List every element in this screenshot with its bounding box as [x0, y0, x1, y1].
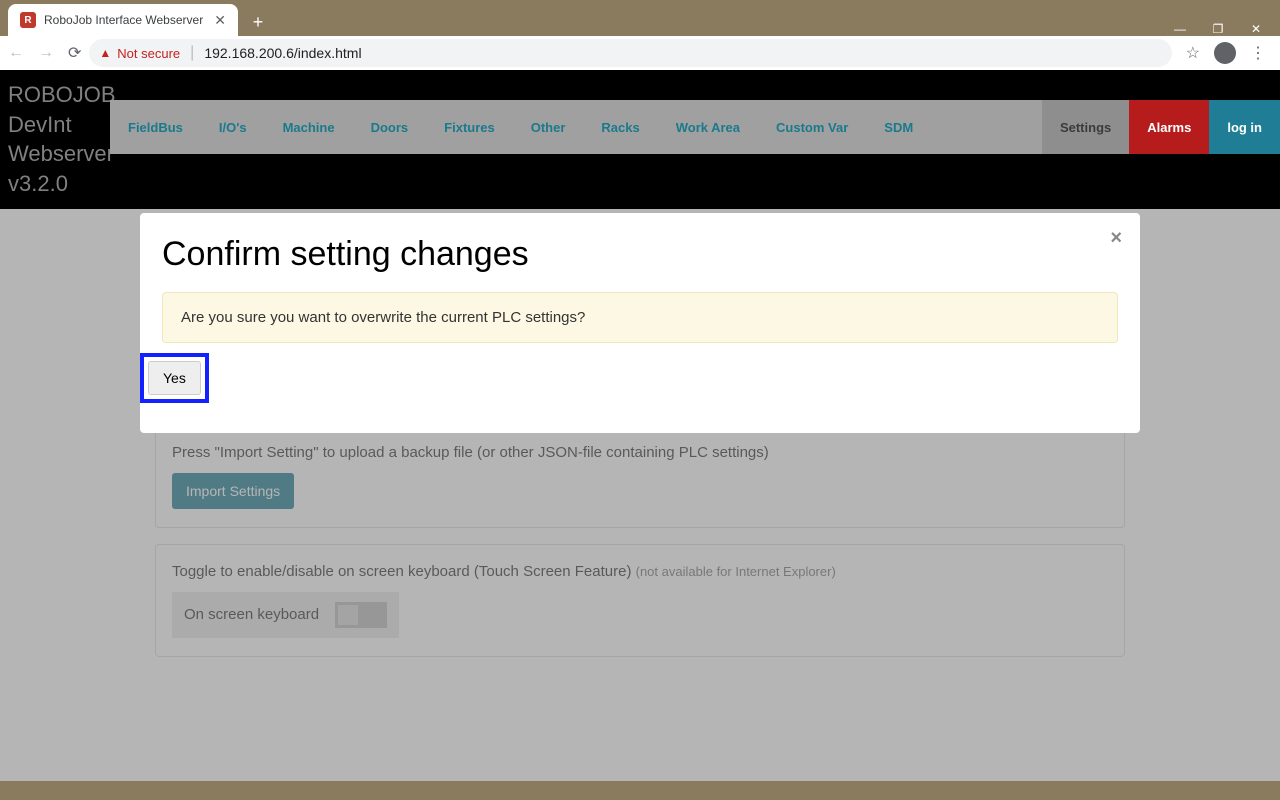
brand-block: ROBOJOB DevInt Webserver v3.2.0 [0, 70, 110, 209]
nav-workarea[interactable]: Work Area [658, 100, 758, 154]
brand-line: Webserver [8, 139, 98, 169]
minimize-icon[interactable]: — [1170, 22, 1190, 36]
favicon-icon: R [20, 12, 36, 28]
right-icons: ☆ ⋮ [1180, 42, 1272, 64]
brand-line: DevInt [8, 110, 98, 140]
tab-bar: R RoboJob Interface Webserver ✕ + — ❐ ✕ [0, 0, 1280, 36]
forward-icon[interactable]: → [38, 44, 54, 62]
nav-ios[interactable]: I/O's [201, 100, 265, 154]
browser-chrome: R RoboJob Interface Webserver ✕ + — ❐ ✕ … [0, 0, 1280, 70]
profile-avatar-icon[interactable] [1214, 42, 1236, 64]
brand-line: v3.2.0 [8, 169, 98, 199]
nav-machine[interactable]: Machine [265, 100, 353, 154]
warning-icon: ▲ [99, 46, 111, 60]
modal-close-icon[interactable]: × [1110, 227, 1122, 250]
navbar: FieldBus I/O's Machine Doors Fixtures Ot… [110, 100, 1280, 154]
header-row: ROBOJOB DevInt Webserver v3.2.0 FieldBus… [0, 70, 1280, 209]
confirm-modal: × Confirm setting changes Are you sure y… [140, 213, 1140, 433]
nav-doors[interactable]: Doors [353, 100, 427, 154]
url-separator: | [190, 44, 194, 62]
nav-icons: ← → ⟳ [8, 43, 81, 63]
close-window-icon[interactable]: ✕ [1246, 22, 1266, 36]
tab-title: RoboJob Interface Webserver [44, 13, 206, 27]
nav-settings[interactable]: Settings [1042, 100, 1129, 154]
not-secure-badge[interactable]: ▲Not secure [99, 46, 180, 61]
yes-highlight: Yes [140, 353, 209, 403]
nav-alarms[interactable]: Alarms [1129, 100, 1209, 154]
nav-sdm[interactable]: SDM [866, 100, 931, 154]
tab-close-icon[interactable]: ✕ [214, 12, 226, 29]
content-area: Press "Import Setting" to upload a backu… [0, 209, 1280, 781]
nav-racks[interactable]: Racks [583, 100, 657, 154]
maximize-icon[interactable]: ❐ [1208, 22, 1228, 36]
brand-line: ROBOJOB [8, 80, 98, 110]
nav-customvar[interactable]: Custom Var [758, 100, 866, 154]
address-bar: ← → ⟳ ▲Not secure | 192.168.200.6/index.… [0, 36, 1280, 70]
modal-alert: Are you sure you want to overwrite the c… [162, 292, 1118, 343]
browser-tab[interactable]: R RoboJob Interface Webserver ✕ [8, 4, 238, 36]
url-text: 192.168.200.6/index.html [204, 45, 361, 61]
nav-other[interactable]: Other [513, 100, 584, 154]
nav-fixtures[interactable]: Fixtures [426, 100, 513, 154]
new-tab-button[interactable]: + [244, 8, 272, 36]
back-icon[interactable]: ← [8, 44, 24, 62]
star-icon[interactable]: ☆ [1186, 43, 1200, 63]
yes-button[interactable]: Yes [148, 361, 201, 395]
url-box[interactable]: ▲Not secure | 192.168.200.6/index.html [89, 39, 1171, 67]
nav-fieldbus[interactable]: FieldBus [110, 100, 201, 154]
page: ROBOJOB DevInt Webserver v3.2.0 FieldBus… [0, 70, 1280, 770]
kebab-menu-icon[interactable]: ⋮ [1250, 43, 1266, 63]
modal-overlay: × Confirm setting changes Are you sure y… [0, 209, 1280, 781]
modal-title: Confirm setting changes [162, 235, 1118, 274]
window-controls: — ❐ ✕ [1170, 22, 1280, 36]
reload-icon[interactable]: ⟳ [68, 43, 81, 63]
nav-login[interactable]: log in [1209, 100, 1280, 154]
